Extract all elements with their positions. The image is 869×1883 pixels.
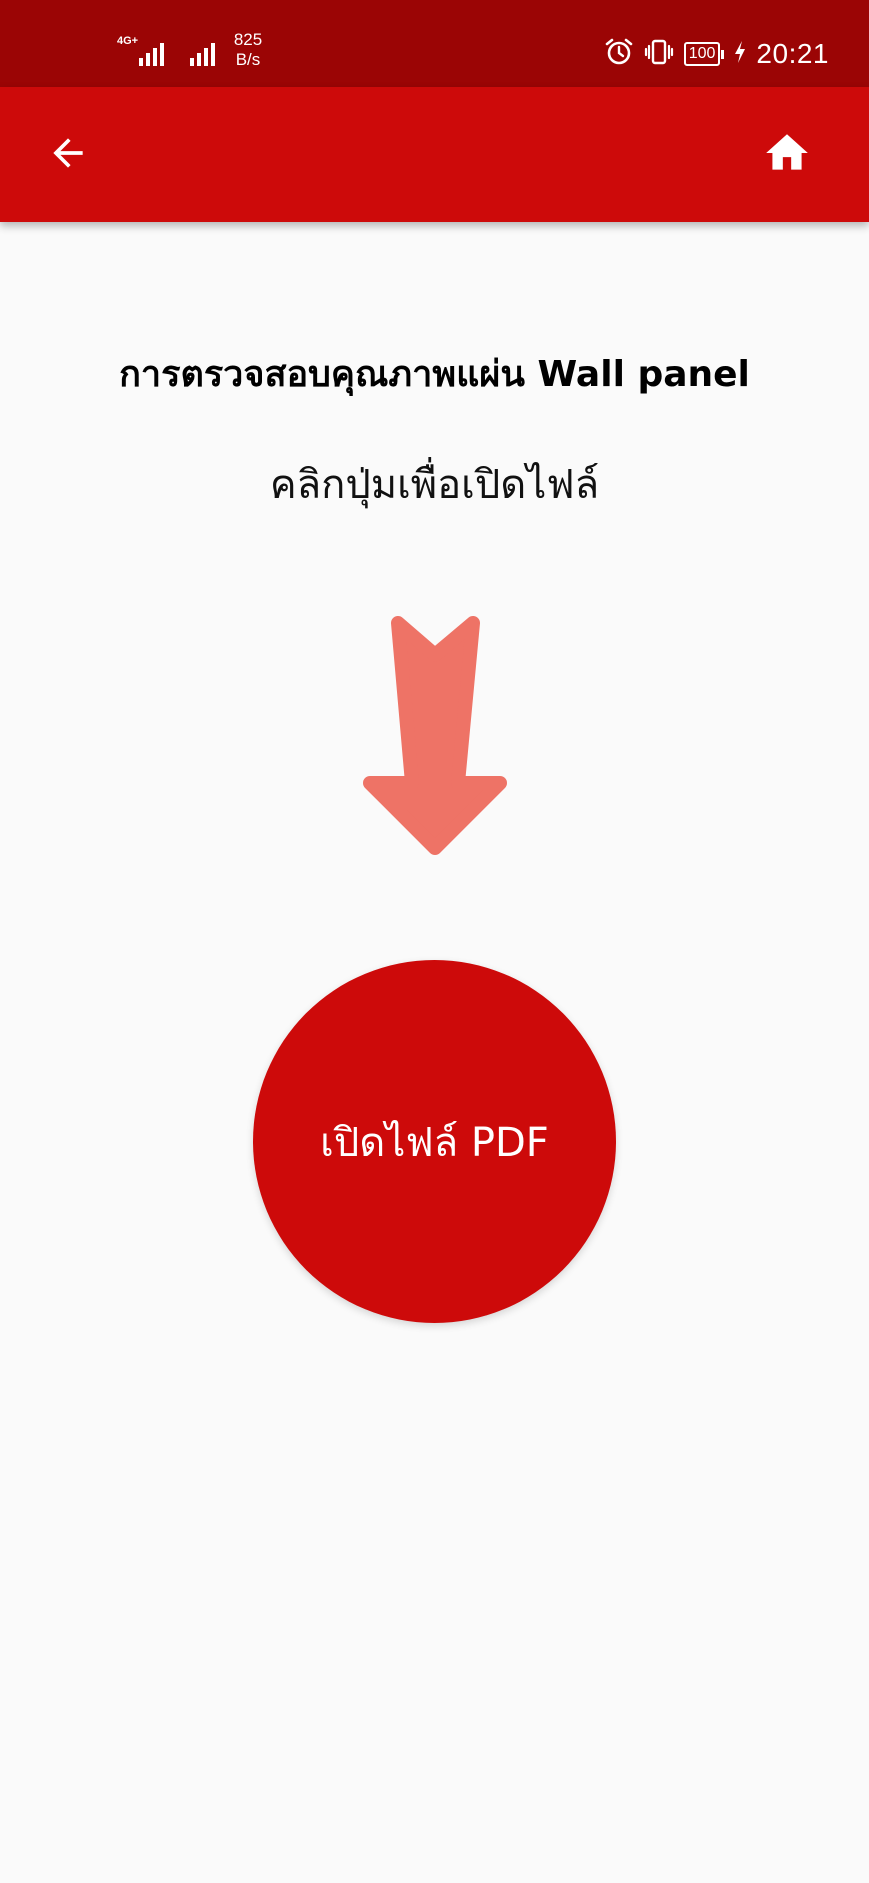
signal-bars-icon (190, 43, 215, 66)
home-icon (762, 128, 812, 182)
instruction-text: คลิกปุ่มเพื่อเปิดไฟล์ (269, 462, 600, 508)
open-pdf-button-label: เปิดไฟล์ PDF (320, 1119, 549, 1166)
arrow-left-icon (46, 131, 90, 179)
mobile-signal-1: 4G+ (117, 30, 169, 66)
app-bar (0, 87, 869, 222)
arrow-down-icon (360, 605, 510, 855)
battery-tip (721, 49, 725, 59)
mobile-signal-2 (190, 30, 222, 66)
signal-bars-icon (139, 43, 164, 66)
open-pdf-button[interactable]: เปิดไฟล์ PDF (253, 960, 616, 1323)
alarm-icon (604, 37, 634, 71)
battery-indicator: 100 (683, 42, 725, 66)
network-speed-value: 825 (233, 30, 263, 49)
back-button[interactable] (32, 119, 104, 191)
status-icons: 100 20:21 (604, 32, 829, 76)
network-type-label: 4G+ (117, 35, 139, 47)
battery-level: 100 (683, 42, 721, 66)
vibrate-icon (644, 37, 674, 71)
clock: 20:21 (756, 38, 829, 69)
home-button[interactable] (751, 119, 823, 191)
network-speed-unit: B/s (235, 50, 261, 69)
status-bar: 4G+ 825 B/s 100 20:21 (0, 0, 869, 87)
page-title: การตรวจสอบคุณภาพแผ่น Wall panel (119, 354, 750, 395)
network-speed: 825 B/s (230, 30, 266, 70)
charging-icon (734, 40, 746, 68)
